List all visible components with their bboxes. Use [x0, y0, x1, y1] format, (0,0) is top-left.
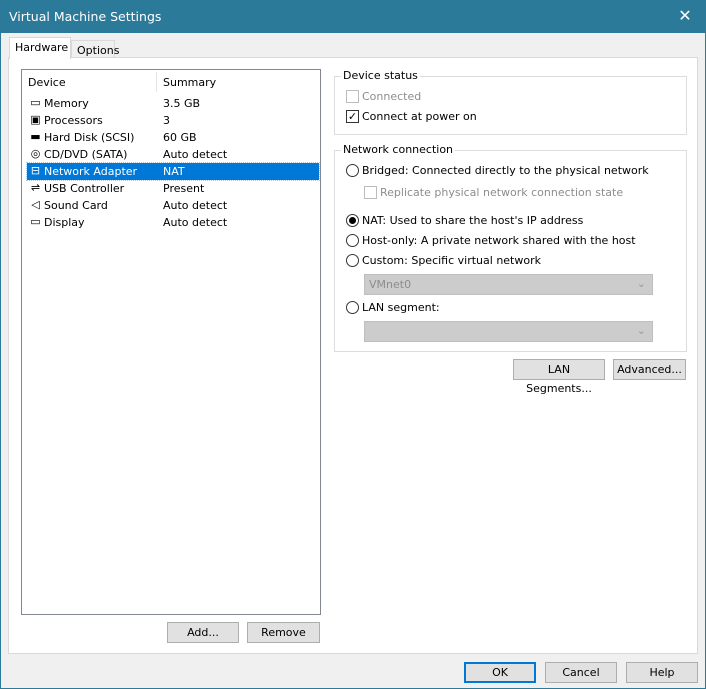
device-list[interactable]: Device Summary ▭ Memory 3.5 GB ▣ Processors 3…: [21, 69, 321, 615]
custom-radio[interactable]: [346, 254, 359, 267]
device-row-usb-controller[interactable]: ⇌ USB Controller Present: [27, 180, 319, 197]
connect-power-on-checkbox[interactable]: ✓: [346, 110, 359, 123]
chevron-down-icon: ⌄: [636, 324, 646, 337]
lan-segment-radio[interactable]: [346, 301, 359, 314]
network-connection-legend: Network connection: [341, 143, 456, 156]
replicate-label: Replicate physical network connection st…: [380, 186, 624, 199]
column-header-summary[interactable]: Summary: [163, 76, 216, 89]
lan-segment-select[interactable]: ⌄: [364, 321, 653, 342]
device-row-display[interactable]: ▭ Display Auto detect: [27, 214, 319, 231]
connect-power-on-label: Connect at power on: [362, 110, 477, 123]
device-name: Hard Disk (SCSI): [44, 131, 135, 144]
nat-radio[interactable]: [346, 214, 359, 227]
device-name: Display: [44, 216, 85, 229]
bridged-label: Bridged: Connected directly to the physi…: [362, 164, 649, 177]
remove-button[interactable]: Remove: [247, 622, 320, 643]
ok-button[interactable]: OK: [464, 662, 536, 683]
device-summary: Auto detect: [163, 216, 228, 229]
bridged-radio[interactable]: [346, 164, 359, 177]
host-only-label: Host-only: A private network shared with…: [362, 234, 636, 247]
custom-label: Custom: Specific virtual network: [362, 254, 541, 267]
lan-segments-button[interactable]: LAN Segments...: [513, 359, 605, 395]
advanced-button[interactable]: Advanced...: [613, 359, 686, 380]
device-name: Processors: [44, 114, 103, 127]
add-button[interactable]: Add...: [167, 622, 239, 643]
column-divider[interactable]: [156, 72, 157, 92]
device-name: Network Adapter: [44, 165, 138, 178]
device-name: CD/DVD (SATA): [44, 148, 128, 161]
network-adapter-icon: ⊟: [30, 164, 41, 177]
cd-dvd-icon: ◎: [30, 147, 41, 160]
connected-label: Connected: [362, 90, 422, 103]
window-title: Virtual Machine Settings: [9, 9, 162, 24]
processor-icon: ▣: [30, 113, 41, 126]
usb-icon: ⇌: [30, 181, 41, 194]
device-row-cd-dvd-sata[interactable]: ◎ CD/DVD (SATA) Auto detect: [27, 146, 319, 163]
device-status-group: Device status: [334, 69, 687, 135]
hard-disk-icon: ▬: [30, 130, 41, 143]
lan-segment-label: LAN segment:: [362, 301, 440, 314]
tab-hardware[interactable]: Hardware: [9, 37, 71, 59]
device-name: USB Controller: [44, 182, 125, 195]
device-summary: Auto detect: [163, 148, 228, 161]
column-header-device[interactable]: Device: [28, 76, 66, 89]
device-summary: 60 GB: [163, 131, 197, 144]
connected-checkbox[interactable]: [346, 90, 359, 103]
nat-label: NAT: Used to share the host's IP address: [362, 214, 584, 227]
device-summary: Auto detect: [163, 199, 228, 212]
device-row-network-adapter[interactable]: ⊟ Network Adapter NAT: [26, 162, 320, 181]
help-button[interactable]: Help: [626, 662, 698, 683]
cancel-button[interactable]: Cancel: [545, 662, 617, 683]
device-summary: 3.5 GB: [163, 97, 201, 110]
device-row-sound-card[interactable]: ◁ Sound Card Auto detect: [27, 197, 319, 214]
memory-icon: ▭: [30, 96, 41, 109]
device-row-processors[interactable]: ▣ Processors 3: [27, 112, 319, 129]
custom-network-value: VMnet0: [369, 278, 412, 291]
display-icon: ▭: [30, 215, 41, 228]
custom-network-select[interactable]: VMnet0 ⌄: [364, 274, 653, 295]
device-summary: Present: [163, 182, 205, 195]
device-row-memory[interactable]: ▭ Memory 3.5 GB: [27, 95, 319, 112]
device-summary: 3: [163, 114, 170, 127]
device-name: Memory: [44, 97, 89, 110]
sound-card-icon: ◁: [31, 198, 40, 211]
device-name: Sound Card: [44, 199, 108, 212]
device-row-hard-disk-scsi[interactable]: ▬ Hard Disk (SCSI) 60 GB: [27, 129, 319, 146]
close-icon[interactable]: ✕: [673, 6, 697, 28]
chevron-down-icon: ⌄: [636, 277, 646, 290]
host-only-radio[interactable]: [346, 234, 359, 247]
title-bar: Virtual Machine Settings ✕: [1, 1, 705, 33]
replicate-checkbox[interactable]: [364, 186, 377, 199]
device-status-legend: Device status: [341, 69, 420, 82]
device-summary: NAT: [163, 165, 185, 178]
